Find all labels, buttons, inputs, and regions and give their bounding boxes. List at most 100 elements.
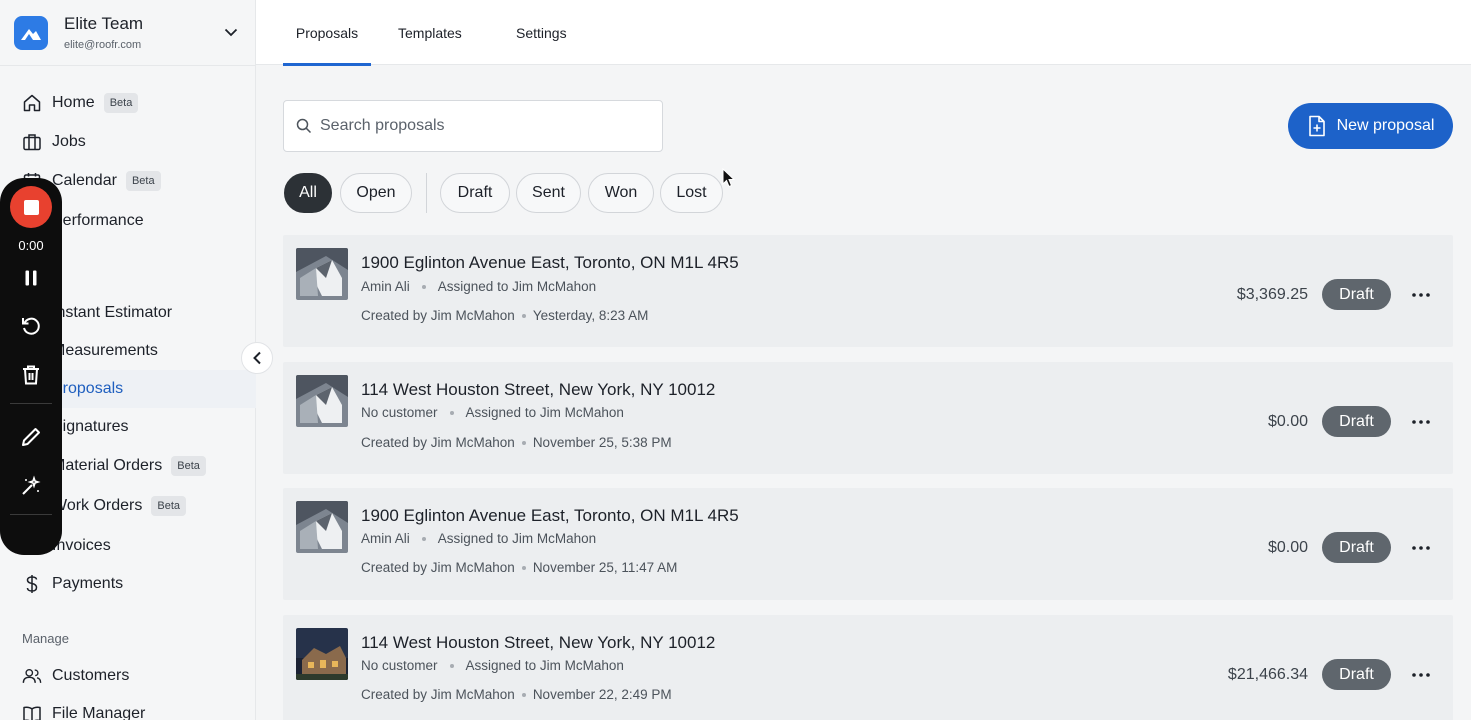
- mouse-pointer-icon: [722, 167, 736, 193]
- more-options-icon[interactable]: [1411, 412, 1431, 432]
- proposal-created-by: Created by Jim McMahon: [361, 435, 515, 450]
- filter-won[interactable]: Won: [588, 173, 654, 213]
- proposal-created-at: November 25, 5:38 PM: [532, 435, 672, 450]
- proposal-amount: $0.00: [1267, 539, 1308, 556]
- team-name: Elite Team: [64, 14, 144, 33]
- trash-icon: [23, 365, 39, 385]
- proposal-address: 114 West Houston Street, New York, NY 10…: [361, 380, 716, 399]
- sidebar-item-label: Performance: [52, 212, 144, 229]
- proposal-created-at: November 22, 2:49 PM: [532, 687, 672, 702]
- filter-lost[interactable]: Lost: [660, 173, 723, 213]
- effects-button[interactable]: [17, 472, 45, 500]
- proposal-card[interactable]: 114 West Houston Street, New York, NY 10…: [283, 615, 1453, 720]
- tab-bar: Proposals Templates Settings: [256, 0, 1471, 66]
- filter-divider: [426, 173, 427, 213]
- proposal-assignee: Assigned to Jim McMahon: [437, 279, 597, 294]
- beta-badge: Beta: [103, 93, 139, 113]
- sidebar-item-label: Payments: [52, 575, 124, 592]
- proposal-created-at: November 25, 11:47 AM: [532, 560, 678, 575]
- restart-icon: [22, 317, 40, 335]
- proposal-created: Created by Jim McMahon Yesterday, 8:23 AM: [361, 308, 648, 323]
- manage-section-label: Manage: [22, 631, 69, 646]
- proposal-created-by: Created by Jim McMahon: [361, 308, 515, 323]
- house-thumbnail: [296, 248, 348, 300]
- search-input[interactable]: [320, 117, 640, 135]
- separator-dot: [521, 440, 526, 445]
- proposal-amount: $0.00: [1267, 413, 1308, 430]
- delete-recording-button[interactable]: [17, 361, 45, 389]
- proposal-created: Created by Jim McMahon November 25, 5:38 …: [361, 435, 672, 450]
- pause-button[interactable]: [17, 264, 45, 292]
- screen-recorder-toolbar: 0:00: [0, 178, 62, 555]
- search-box: [283, 100, 663, 152]
- more-options-icon[interactable]: [1411, 665, 1431, 685]
- proposal-assignee: Assigned to Jim McMahon: [465, 658, 624, 673]
- sidebar-item-label: Instant Estimator: [52, 304, 173, 321]
- chevron-left-icon: [253, 351, 261, 365]
- proposal-assignee: Assigned to Jim McMahon: [465, 405, 624, 420]
- chevron-down-icon[interactable]: [221, 23, 241, 43]
- roofr-logo-icon: [14, 15, 48, 50]
- dollar-icon: [22, 574, 42, 594]
- separator-dot: [521, 313, 526, 318]
- sidebar-item-home[interactable]: Home Beta: [0, 84, 256, 122]
- collapse-sidebar-button[interactable]: [241, 342, 273, 374]
- proposal-card[interactable]: 1900 Eglinton Avenue East, Toronto, ON M…: [283, 235, 1453, 347]
- sidebar-item-customers[interactable]: Customers: [0, 657, 256, 695]
- tab-settings[interactable]: Settings: [516, 0, 567, 65]
- proposal-meta: Amin Ali Assigned to Jim McMahon: [361, 279, 596, 294]
- proposal-card[interactable]: 1900 Eglinton Avenue East, Toronto, ON M…: [283, 488, 1453, 600]
- sidebar-item-label: Jobs: [52, 133, 86, 150]
- proposal-amount: $21,466.34: [1227, 666, 1308, 683]
- divider: [10, 403, 52, 404]
- recording-timer: 0:00: [18, 238, 44, 253]
- pencil-icon: [22, 428, 40, 446]
- proposal-created: Created by Jim McMahon November 25, 11:47…: [361, 560, 677, 575]
- separator-dot: [521, 565, 526, 570]
- filter-all[interactable]: All: [284, 173, 332, 213]
- proposal-customer: No customer: [361, 405, 438, 420]
- sidebar-item-label: Home: [52, 94, 95, 111]
- sidebar-item-payments[interactable]: Payments: [0, 565, 256, 603]
- proposal-created-by: Created by Jim McMahon: [361, 560, 515, 575]
- more-options-icon[interactable]: [1411, 538, 1431, 558]
- more-options-icon[interactable]: [1411, 285, 1431, 305]
- sidebar-item-label: Signatures: [52, 418, 129, 435]
- tab-templates[interactable]: Templates: [398, 0, 462, 65]
- tab-proposals[interactable]: Proposals: [283, 0, 371, 66]
- add-document-icon: [1308, 115, 1325, 137]
- home-icon: [22, 93, 42, 113]
- book-icon: [22, 704, 42, 720]
- sidebar-item-label: Work Orders: [52, 497, 143, 514]
- sidebar-item-label: File Manager: [52, 705, 146, 720]
- separator-dot: [449, 410, 454, 415]
- users-icon: [22, 666, 42, 686]
- magic-wand-icon: [22, 475, 41, 495]
- team-email: elite@roofr.com: [64, 39, 142, 51]
- sidebar-item-label: Proposals: [52, 380, 124, 397]
- house-thumbnail: [296, 628, 348, 680]
- stop-recording-button[interactable]: [10, 186, 52, 228]
- new-proposal-button[interactable]: New proposal: [1288, 103, 1453, 149]
- proposal-customer: Amin Ali: [361, 531, 410, 546]
- filter-open[interactable]: Open: [340, 173, 412, 213]
- stop-icon: [23, 199, 39, 215]
- proposal-meta: No customer Assigned to Jim McMahon: [361, 658, 624, 673]
- separator-dot: [421, 536, 426, 541]
- sidebar-item-jobs[interactable]: Jobs: [0, 123, 256, 161]
- draw-button[interactable]: [17, 423, 45, 451]
- status-badge: Draft: [1322, 279, 1391, 310]
- restart-button[interactable]: [17, 312, 45, 340]
- main-content: Proposals Templates Settings New proposa…: [256, 0, 1471, 720]
- proposal-card[interactable]: 114 West Houston Street, New York, NY 10…: [283, 362, 1453, 474]
- briefcase-icon: [22, 132, 42, 152]
- new-proposal-label: New proposal: [1336, 117, 1435, 134]
- house-thumbnail: [296, 375, 348, 427]
- proposal-assignee: Assigned to Jim McMahon: [437, 531, 597, 546]
- sidebar-item-file-manager[interactable]: File Manager: [0, 695, 256, 720]
- filter-draft[interactable]: Draft: [440, 173, 510, 213]
- filter-sent[interactable]: Sent: [516, 173, 581, 213]
- status-badge: Draft: [1322, 406, 1391, 437]
- team-switcher[interactable]: Elite Team elite@roofr.com: [0, 0, 255, 66]
- proposal-meta: Amin Ali Assigned to Jim McMahon: [361, 531, 596, 546]
